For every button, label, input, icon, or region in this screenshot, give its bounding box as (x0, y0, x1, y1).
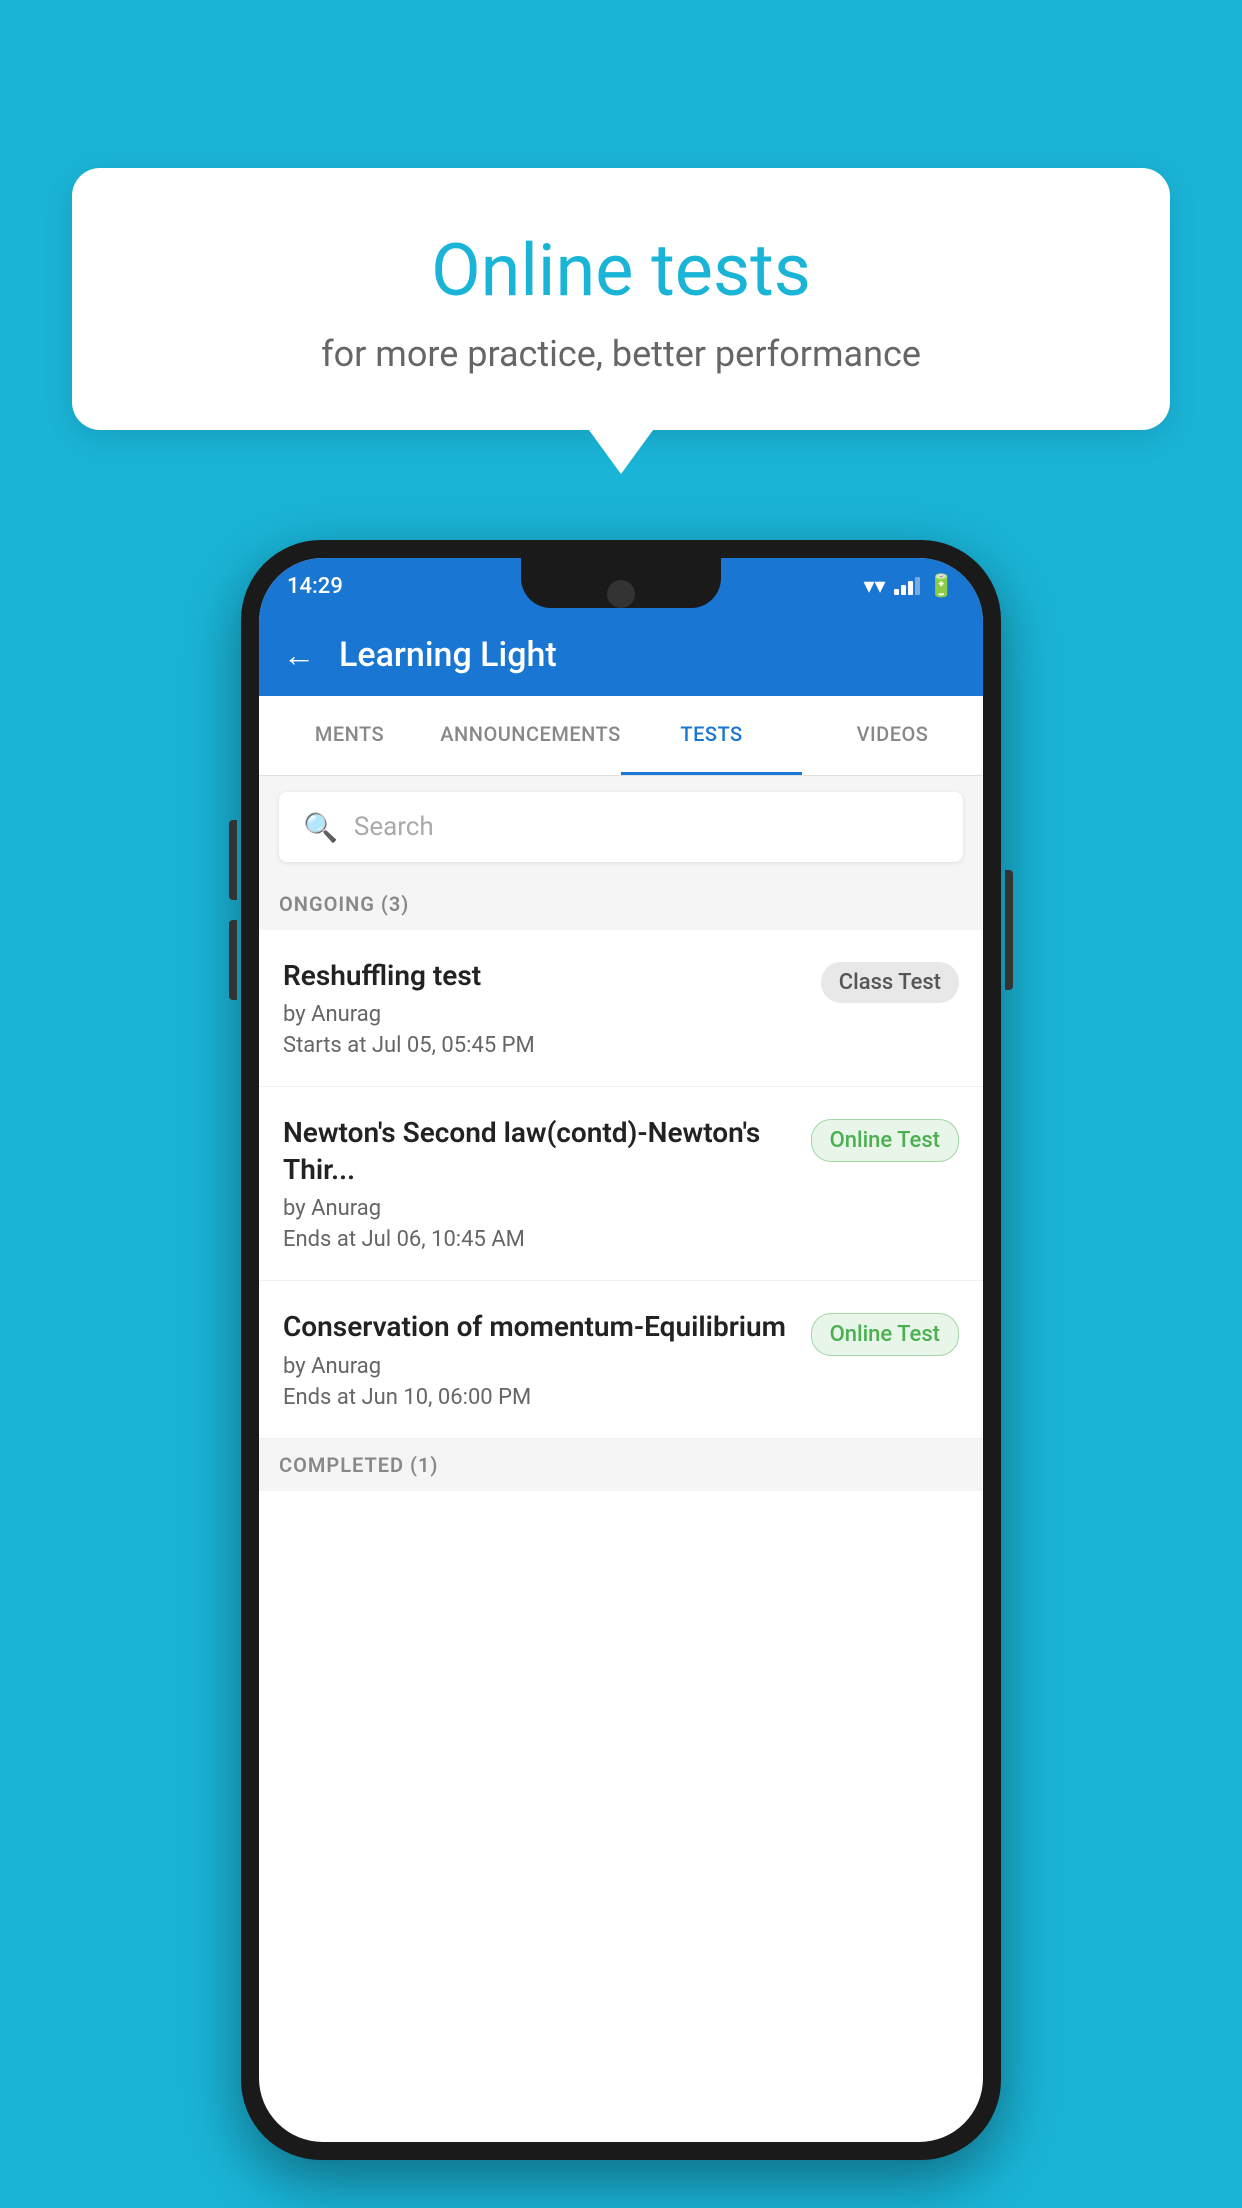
tab-videos[interactable]: VIDEOS (802, 696, 983, 775)
test-item-conservation[interactable]: Conservation of momentum-Equilibrium by … (259, 1281, 983, 1438)
search-icon: 🔍 (303, 811, 338, 844)
phone-button-power (1005, 870, 1013, 990)
search-bar[interactable]: 🔍 Search (279, 792, 963, 862)
test-date-2: Ends at Jul 06, 10:45 AM (283, 1227, 795, 1252)
tabs-bar: MENTS ANNOUNCEMENTS TESTS VIDEOS (259, 696, 983, 776)
test-badge-1: Class Test (821, 962, 959, 1003)
test-by-2: by Anurag (283, 1196, 795, 1221)
status-time: 14:29 (287, 574, 343, 599)
test-info-3: Conservation of momentum-Equilibrium by … (283, 1309, 811, 1409)
test-item-reshuffling[interactable]: Reshuffling test by Anurag Starts at Jul… (259, 930, 983, 1087)
bubble-subtitle: for more practice, better performance (122, 333, 1120, 375)
phone-frame: 14:29 ▾▾ 🔋 ← Learning Light (241, 540, 1001, 2160)
test-badge-2: Online Test (811, 1119, 959, 1162)
speech-bubble: Online tests for more practice, better p… (72, 168, 1170, 430)
background: Online tests for more practice, better p… (0, 0, 1242, 2208)
back-button[interactable]: ← (283, 636, 315, 674)
signal-bars (894, 577, 920, 595)
test-info-1: Reshuffling test by Anurag Starts at Jul… (283, 958, 821, 1058)
status-icons: ▾▾ 🔋 (864, 574, 956, 599)
phone-screen: 14:29 ▾▾ 🔋 ← Learning Light (259, 558, 983, 2142)
phone-camera (607, 580, 635, 608)
ongoing-section-label: ONGOING (3) (259, 878, 983, 930)
test-title-2: Newton's Second law(contd)-Newton's Thir… (283, 1115, 795, 1188)
signal-bar-1 (894, 589, 899, 595)
tab-announcements[interactable]: ANNOUNCEMENTS (440, 696, 621, 775)
search-placeholder: Search (354, 812, 434, 842)
test-date-1: Starts at Jul 05, 05:45 PM (283, 1033, 805, 1058)
test-list: Reshuffling test by Anurag Starts at Jul… (259, 930, 983, 1439)
test-by-3: by Anurag (283, 1354, 795, 1379)
completed-section-label: COMPLETED (1) (259, 1439, 983, 1491)
app-bar-title: Learning Light (339, 635, 557, 675)
test-title-1: Reshuffling test (283, 958, 805, 994)
bubble-title: Online tests (122, 228, 1120, 313)
wifi-icon: ▾▾ (864, 574, 886, 599)
search-container: 🔍 Search (259, 776, 983, 878)
test-item-newton[interactable]: Newton's Second law(contd)-Newton's Thir… (259, 1087, 983, 1281)
signal-bar-2 (901, 585, 906, 595)
signal-bar-3 (908, 581, 913, 595)
tab-ments[interactable]: MENTS (259, 696, 440, 775)
tab-tests[interactable]: TESTS (621, 696, 802, 775)
phone-notch (521, 558, 721, 608)
test-info-2: Newton's Second law(contd)-Newton's Thir… (283, 1115, 811, 1252)
signal-bar-4 (915, 577, 920, 595)
test-badge-3: Online Test (811, 1313, 959, 1356)
test-date-3: Ends at Jun 10, 06:00 PM (283, 1385, 795, 1410)
phone-button-vol-up (229, 820, 237, 900)
test-title-3: Conservation of momentum-Equilibrium (283, 1309, 795, 1345)
phone-button-vol-down (229, 920, 237, 1000)
app-bar: ← Learning Light (259, 614, 983, 696)
battery-icon: 🔋 (928, 574, 955, 599)
test-by-1: by Anurag (283, 1002, 805, 1027)
